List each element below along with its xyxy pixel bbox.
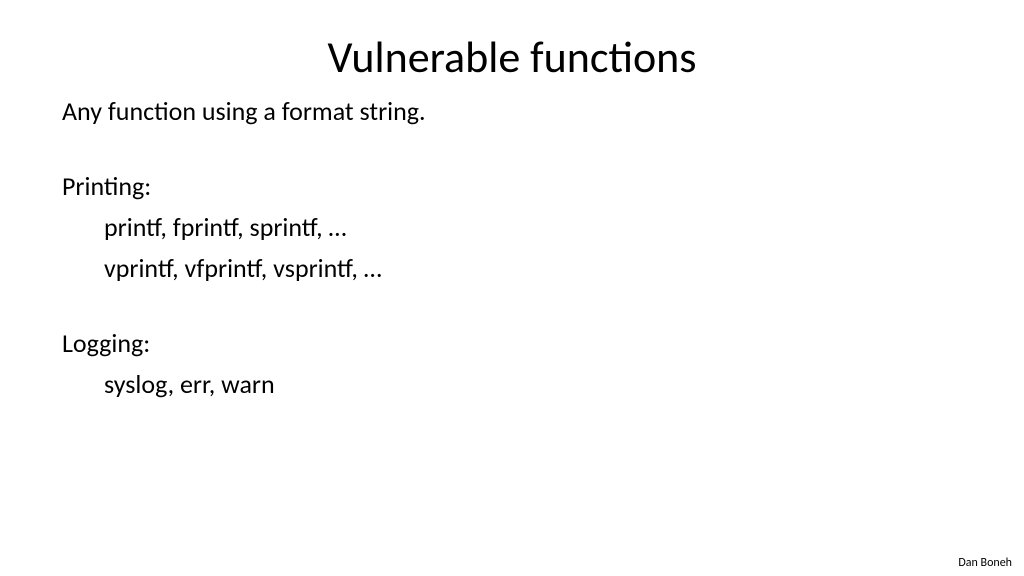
- slide-body: Any function using a format string. Prin…: [0, 94, 1024, 403]
- logging-label: Logging:: [62, 326, 962, 361]
- slide-title: Vulnerable functions: [0, 0, 1024, 94]
- printing-line-2: vprintf, vfprintf, vsprintf, …: [62, 251, 962, 286]
- intro-text: Any function using a format string.: [62, 94, 962, 129]
- attribution: Dan Boneh: [958, 556, 1012, 570]
- printing-line-1: printf, fprintf, sprintf, …: [62, 210, 962, 245]
- printing-label: Printing:: [62, 169, 962, 204]
- spacer: [62, 292, 962, 326]
- logging-line-1: syslog, err, warn: [62, 367, 962, 402]
- spacer: [62, 135, 962, 169]
